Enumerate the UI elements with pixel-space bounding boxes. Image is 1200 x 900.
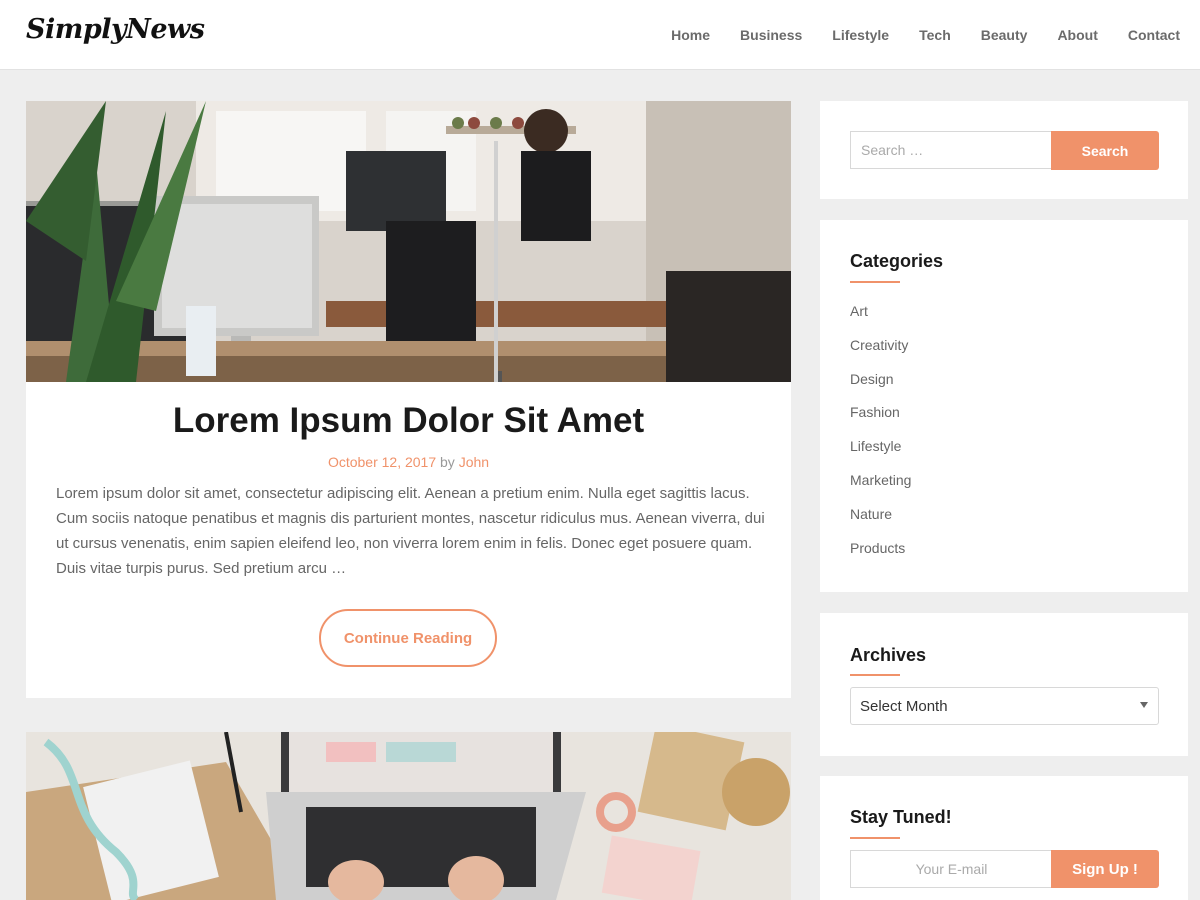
nav-contact[interactable]: Contact bbox=[1128, 27, 1180, 43]
category-item-lifestyle[interactable]: Lifestyle bbox=[850, 436, 911, 470]
post-meta: October 12, 2017 by John bbox=[26, 454, 791, 470]
category-item-creativity[interactable]: Creativity bbox=[850, 335, 911, 369]
post-card bbox=[26, 732, 791, 900]
search-input[interactable]: Search … bbox=[850, 131, 1052, 169]
archives-title: Archives bbox=[850, 645, 927, 665]
post-title[interactable]: Lorem Ipsum Dolor Sit Amet bbox=[26, 401, 791, 441]
newsletter-title: Stay Tuned! bbox=[850, 807, 952, 827]
categories-title: Categories bbox=[850, 251, 944, 271]
search-widget: Search … Search bbox=[820, 101, 1188, 199]
category-item-design[interactable]: Design bbox=[850, 369, 911, 403]
post-featured-image[interactable] bbox=[26, 732, 791, 900]
search-button[interactable]: Search bbox=[1051, 131, 1159, 170]
category-item-marketing[interactable]: Marketing bbox=[850, 470, 911, 504]
sign-up-button[interactable]: Sign Up ! bbox=[1051, 850, 1159, 888]
post-featured-image[interactable] bbox=[26, 101, 791, 382]
dropdown-arrow-icon bbox=[1140, 702, 1148, 708]
title-underline bbox=[850, 837, 900, 839]
title-underline bbox=[850, 281, 900, 283]
nav-business[interactable]: Business bbox=[740, 27, 802, 43]
nav-lifestyle[interactable]: Lifestyle bbox=[832, 27, 889, 43]
category-item-fashion[interactable]: Fashion bbox=[850, 402, 911, 436]
newsletter-widget: Stay Tuned! Your E-mail Sign Up ! bbox=[820, 776, 1188, 900]
archives-widget: Archives Select Month bbox=[820, 613, 1188, 756]
category-item-nature[interactable]: Nature bbox=[850, 504, 911, 538]
category-item-products[interactable]: Products bbox=[850, 538, 911, 572]
nav-home[interactable]: Home bbox=[671, 27, 710, 43]
post-date[interactable]: October 12, 2017 bbox=[328, 454, 436, 470]
nav-about[interactable]: About bbox=[1057, 27, 1097, 43]
post-excerpt: Lorem ipsum dolor sit amet, consectetur … bbox=[56, 485, 765, 577]
category-item-art[interactable]: Art bbox=[850, 301, 911, 335]
continue-reading-button[interactable]: Continue Reading bbox=[319, 609, 497, 667]
post-by-label: by bbox=[440, 454, 455, 470]
nav-tech[interactable]: Tech bbox=[919, 27, 951, 43]
email-field[interactable]: Your E-mail bbox=[850, 850, 1052, 888]
nav-beauty[interactable]: Beauty bbox=[981, 27, 1028, 43]
title-underline bbox=[850, 674, 900, 676]
post-card: Lorem Ipsum Dolor Sit Amet October 12, 2… bbox=[26, 101, 791, 698]
post-author[interactable]: John bbox=[459, 454, 489, 470]
site-header: SimplyNews Home Business Lifestyle Tech … bbox=[0, 0, 1200, 70]
archive-select-value: Select Month bbox=[860, 697, 948, 715]
main-nav: Home Business Lifestyle Tech Beauty Abou… bbox=[641, 0, 1180, 70]
archive-month-select[interactable]: Select Month bbox=[850, 687, 1159, 725]
category-list: Art Creativity Design Fashion Lifestyle … bbox=[850, 301, 911, 571]
categories-widget: Categories Art Creativity Design Fashion… bbox=[820, 220, 1188, 592]
site-logo[interactable]: SimplyNews bbox=[26, 14, 205, 45]
